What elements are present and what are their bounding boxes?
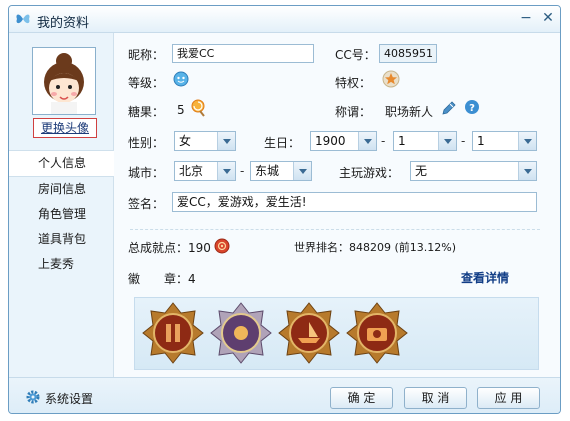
candy-value: 5 [177,103,185,117]
main-game-value: 无 [415,164,428,178]
chevron-down-icon [438,132,456,150]
birthday-dash: - [461,134,466,148]
avatar [32,47,96,115]
system-settings-link[interactable]: 系统设置 [45,390,93,407]
medal-camera-icon[interactable] [346,302,408,364]
avatar-image [33,48,95,114]
cancel-button[interactable]: 取 消 [404,387,467,409]
svg-text:?: ? [469,103,475,114]
nav-item-bag[interactable]: 道具背包 [9,227,113,252]
left-pane: 更换头像 个人信息 房间信息 角色管理 道具背包 上麦秀 [9,33,114,377]
signature-field[interactable]: 爱CC，爱游戏，爱生活! [172,192,537,212]
apply-button[interactable]: 应 用 [477,387,540,409]
level-icon [173,71,189,87]
nav-personal-info[interactable]: 个人信息 [9,150,114,177]
title-value: 职场新人 [385,105,434,119]
nav-room-info[interactable]: 房间信息 [9,177,113,202]
minimize-button[interactable]: − [517,9,535,27]
nav-mic-show[interactable]: 上麦秀 [9,252,113,277]
gender-select[interactable]: 女 [174,131,236,151]
medal-star-icon[interactable] [210,302,272,364]
medal-count: 徽 章：4 [128,272,196,286]
privilege-icon [382,70,400,88]
help-icon[interactable]: ? [464,99,480,115]
birth-day-select[interactable]: 1 [472,131,537,151]
change-avatar-link[interactable]: 更换头像 [33,118,97,138]
gender-label: 性别： [128,136,165,150]
edit-icon[interactable] [441,100,457,116]
chevron-down-icon [518,162,536,180]
level-label: 等级： [128,76,165,90]
ok-button[interactable]: 确 定 [330,387,393,409]
chevron-down-icon [293,162,311,180]
title-label: 称谓： [335,105,372,119]
divider [130,229,540,230]
medal-showcase [134,297,539,370]
birth-year-value: 1900 [315,134,346,148]
cc-number-label: CC号： [335,48,376,62]
nickname-label: 昵称： [128,48,165,62]
world-rank: 世界排名：848209 (前13.12%) [294,241,457,254]
gender-value: 女 [179,134,192,148]
main-game-select[interactable]: 无 [410,161,537,181]
nickname-field[interactable]: 我爱CC [172,44,314,63]
chevron-down-icon [217,162,235,180]
birth-month-value: 1 [398,134,406,148]
birth-month-select[interactable]: 1 [393,131,457,151]
achievement-icon [214,238,230,254]
birthday-label: 生日： [264,136,301,150]
gear-icon[interactable] [25,389,41,405]
view-details-link[interactable]: 查看详情 [461,269,509,286]
medal-ship-icon[interactable] [278,302,340,364]
birth-year-select[interactable]: 1900 [310,131,377,151]
butterfly-icon [16,14,30,24]
city-select[interactable]: 北京 [174,161,236,181]
lollipop-icon [191,99,205,117]
title-bar: 我的资料 − ✕ [9,6,560,33]
main-game-label: 主玩游戏： [339,166,400,180]
district-value: 东城 [255,164,280,178]
achievement-points: 总成就点：190 [128,241,211,255]
district-select[interactable]: 东城 [250,161,312,181]
chevron-down-icon [358,132,376,150]
candy-label: 糖果： [128,105,165,119]
side-nav: 个人信息 房间信息 角色管理 道具背包 上麦秀 [9,150,114,277]
window-title: 我的资料 [37,16,90,31]
signature-label: 签名： [128,197,165,211]
privilege-label: 特权： [335,76,372,90]
city-dash: - [240,164,245,178]
nav-role-management[interactable]: 角色管理 [9,202,113,227]
close-button[interactable]: ✕ [539,9,557,27]
city-label: 城市： [128,166,165,180]
birth-day-value: 1 [477,134,485,148]
birthday-dash: - [381,134,386,148]
chevron-down-icon [217,132,235,150]
chevron-down-icon [518,132,536,150]
profile-window: 我的资料 − ✕ 更换头像 个人信息 房间信息 角色管理 道具背包 上麦秀 昵称… [8,5,561,414]
medal-gate-icon[interactable] [142,302,204,364]
cc-number-field: 4085951 [379,44,437,63]
city-value: 北京 [179,164,204,178]
profile-main: 昵称： 我爱CC CC号： 4085951 等级： 特权： 糖果： 5 称谓： … [114,33,560,377]
footer-bar: 系统设置 确 定 取 消 应 用 [9,377,560,413]
